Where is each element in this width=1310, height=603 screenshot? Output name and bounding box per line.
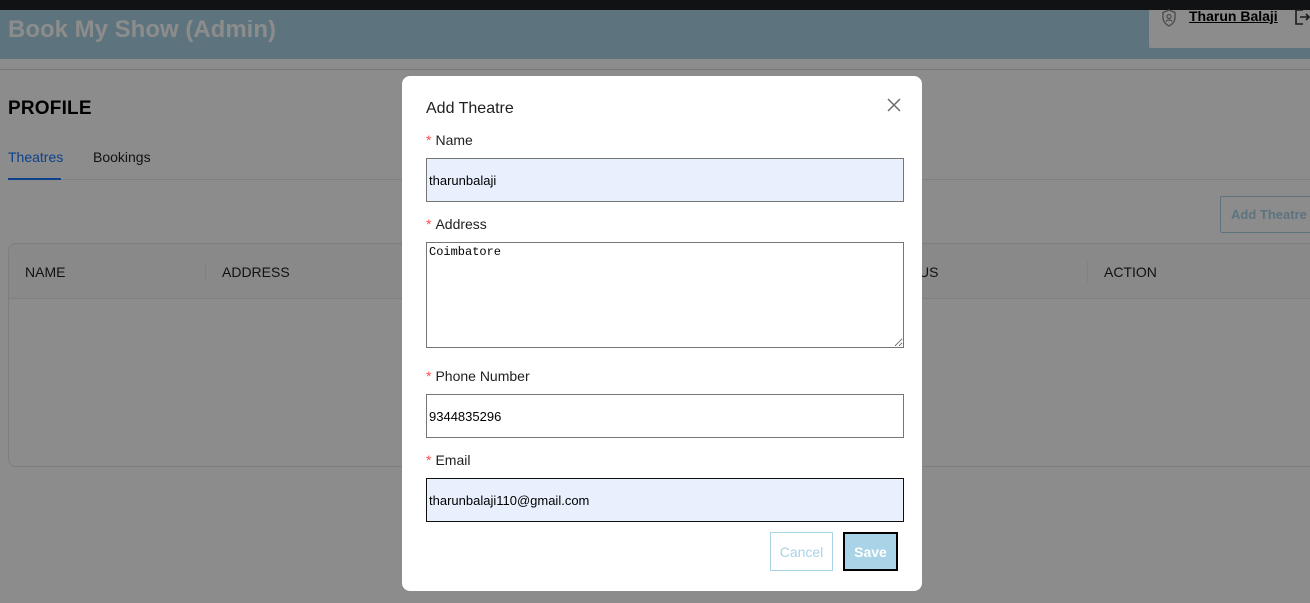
required-mark: * bbox=[426, 452, 432, 468]
address-label-text: Address bbox=[435, 216, 487, 232]
add-theatre-modal: Add Theatre *Name *Address Coimbatore *P… bbox=[402, 76, 922, 591]
required-mark: * bbox=[426, 216, 432, 232]
required-mark: * bbox=[426, 368, 432, 384]
phone-label: * Phone Number bbox=[426, 368, 530, 384]
phone-input[interactable] bbox=[426, 394, 904, 438]
save-button[interactable]: Save bbox=[843, 532, 898, 571]
email-label: * Email bbox=[426, 452, 470, 468]
close-icon[interactable] bbox=[884, 95, 904, 115]
cancel-button[interactable]: Cancel bbox=[770, 532, 833, 571]
name-input[interactable] bbox=[426, 158, 904, 202]
required-mark: * bbox=[426, 132, 432, 148]
email-label-text: Email bbox=[435, 452, 471, 468]
modal-title: Add Theatre bbox=[426, 100, 514, 117]
name-label-text: Name bbox=[435, 132, 473, 148]
name-label: * Name bbox=[426, 132, 473, 148]
phone-label-text: Phone Number bbox=[435, 368, 530, 384]
address-label: * Address bbox=[426, 216, 487, 232]
address-textarea[interactable]: Coimbatore bbox=[426, 242, 904, 348]
email-input[interactable] bbox=[426, 478, 904, 522]
